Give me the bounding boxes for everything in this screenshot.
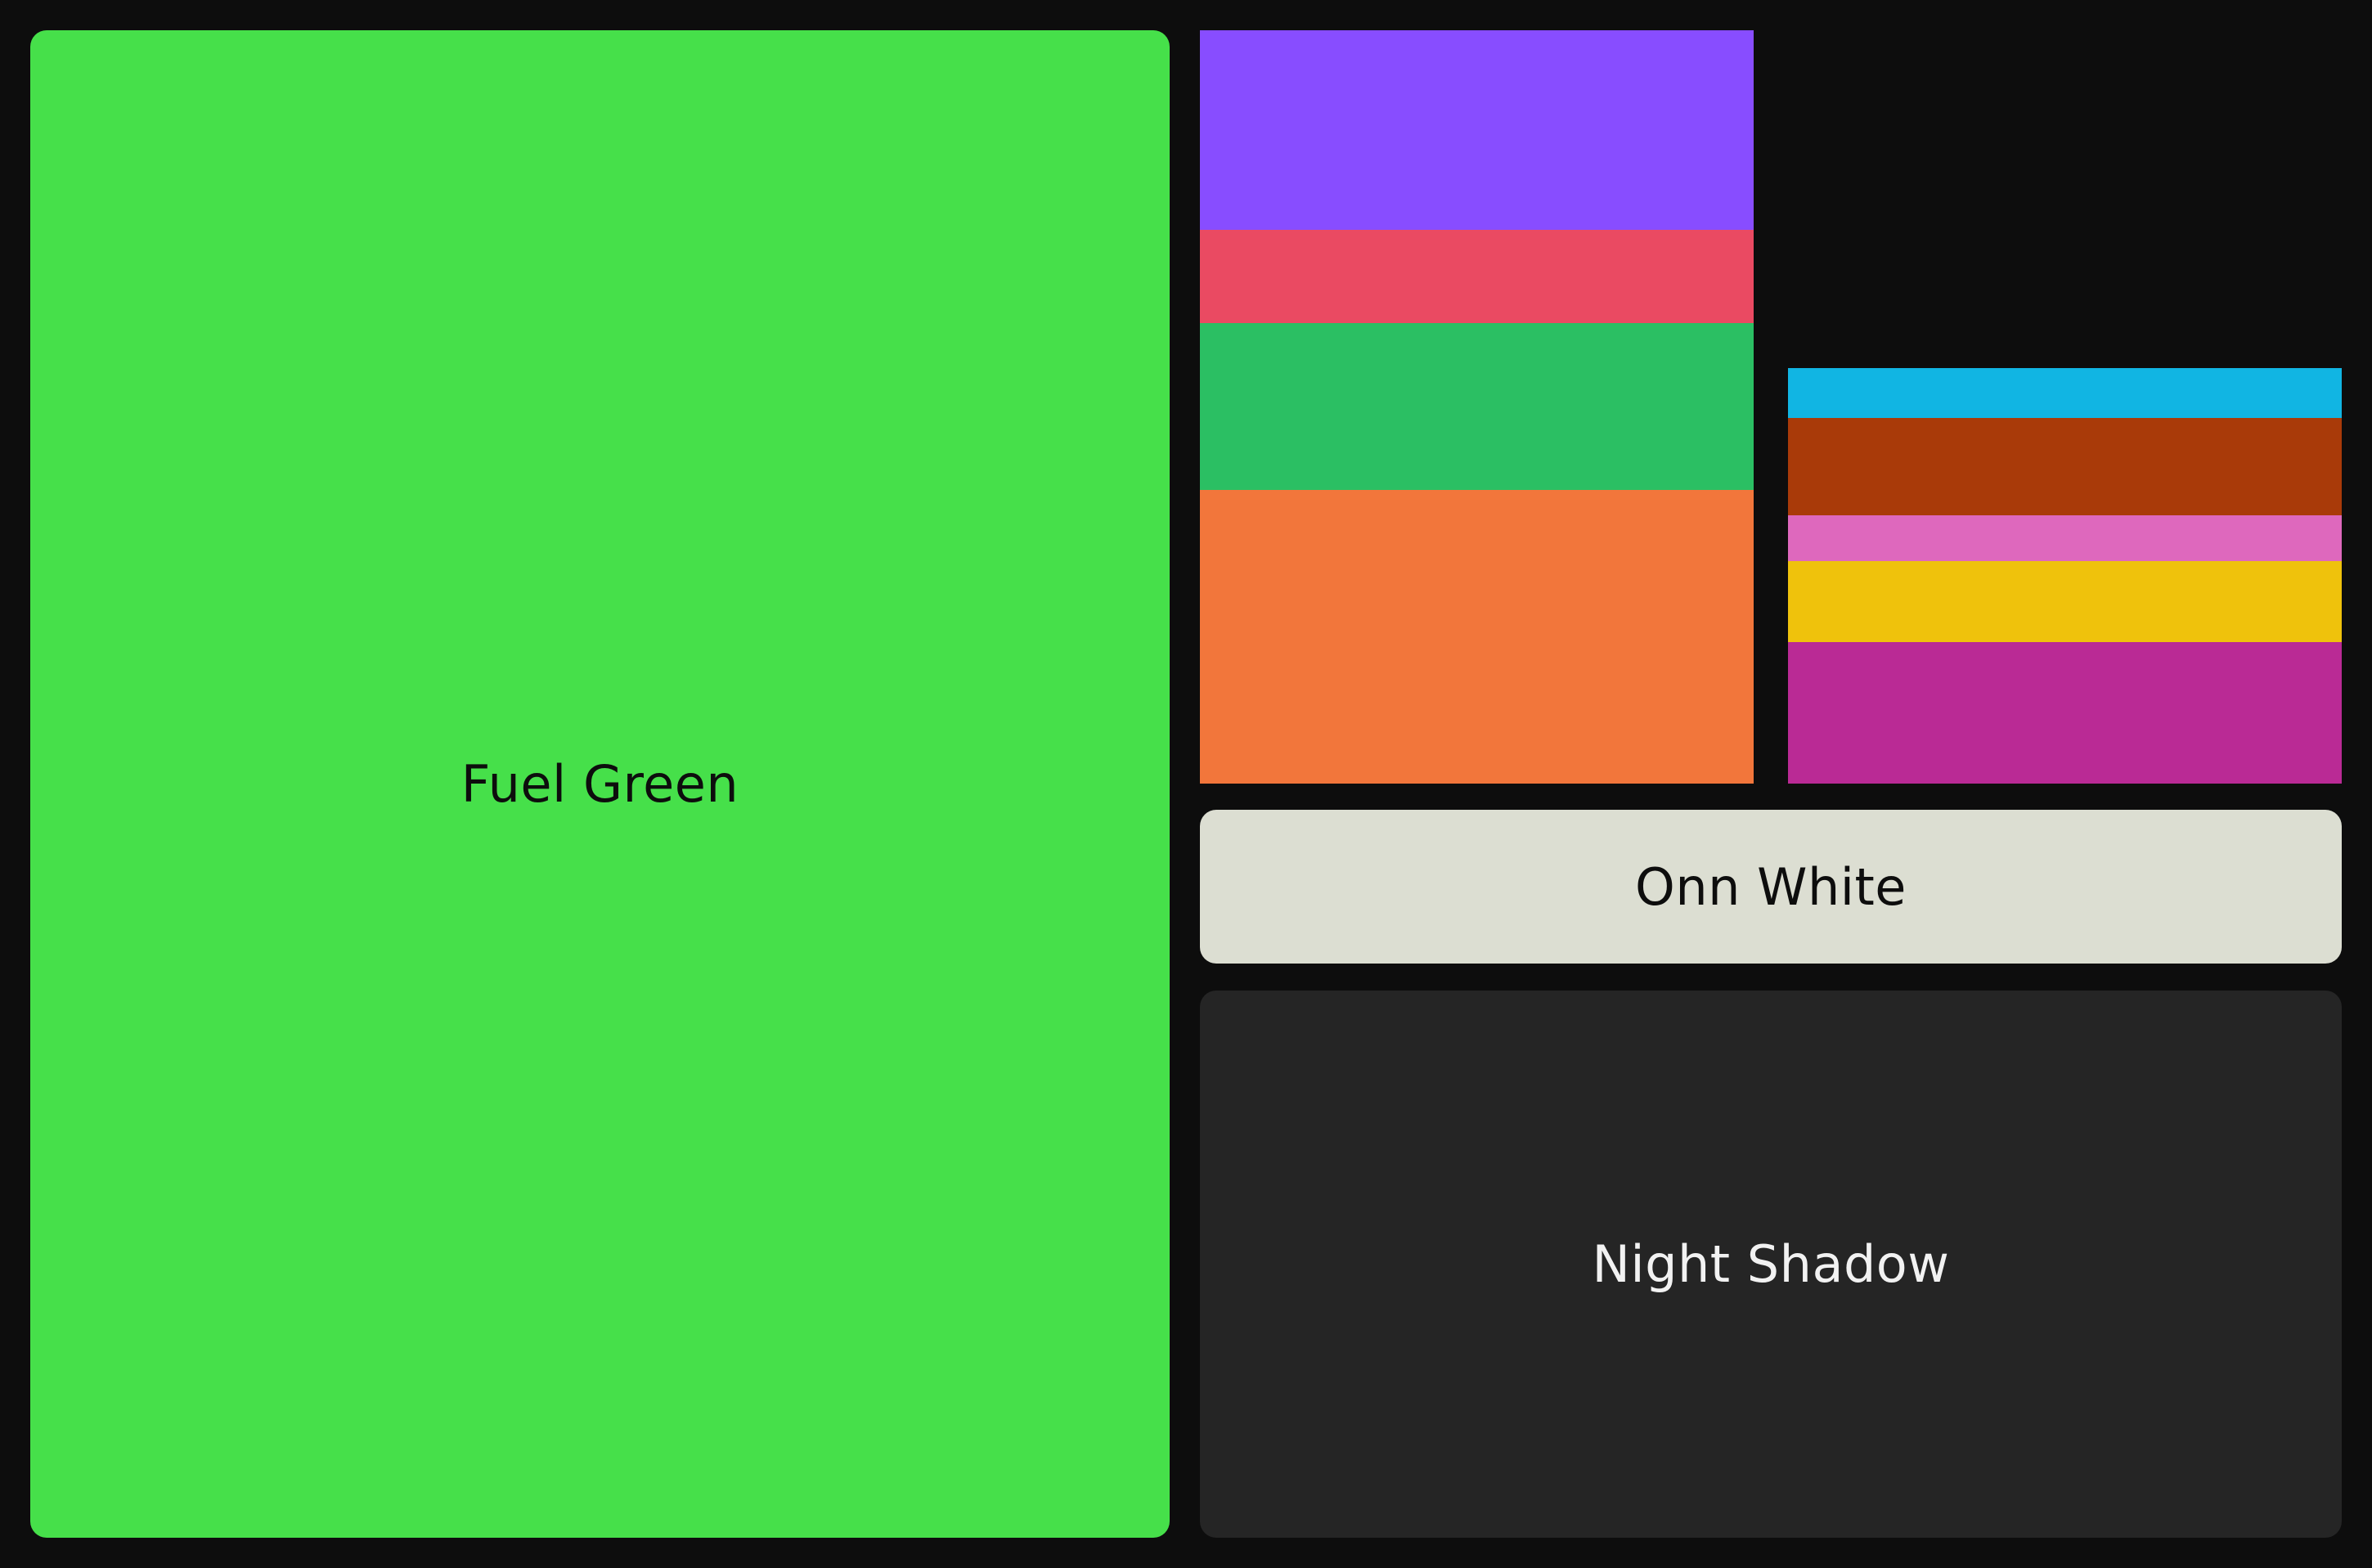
night-shadow-label: Night Shadow	[1592, 1234, 1950, 1294]
night-shadow-swatch: Night Shadow	[1200, 991, 2342, 1538]
stripe-purple	[1200, 30, 1754, 231]
stripe-rust	[1788, 417, 2342, 516]
fuel-green-label: Fuel Green	[460, 754, 739, 814]
stripe-pink	[1788, 515, 2342, 562]
accent-color-stack-right	[1788, 368, 2342, 784]
fuel-green-swatch: Fuel Green	[30, 30, 1170, 1538]
stripe-red	[1200, 230, 1754, 324]
onn-white-label: Onn White	[1635, 856, 1907, 917]
stripe-magenta	[1788, 642, 2342, 784]
stripe-sky-blue	[1788, 368, 2342, 418]
accent-color-stack-left	[1200, 30, 1754, 784]
stripe-yellow	[1788, 561, 2342, 643]
stripe-orange	[1200, 489, 1754, 784]
stripe-green	[1200, 323, 1754, 490]
onn-white-swatch: Onn White	[1200, 810, 2342, 964]
